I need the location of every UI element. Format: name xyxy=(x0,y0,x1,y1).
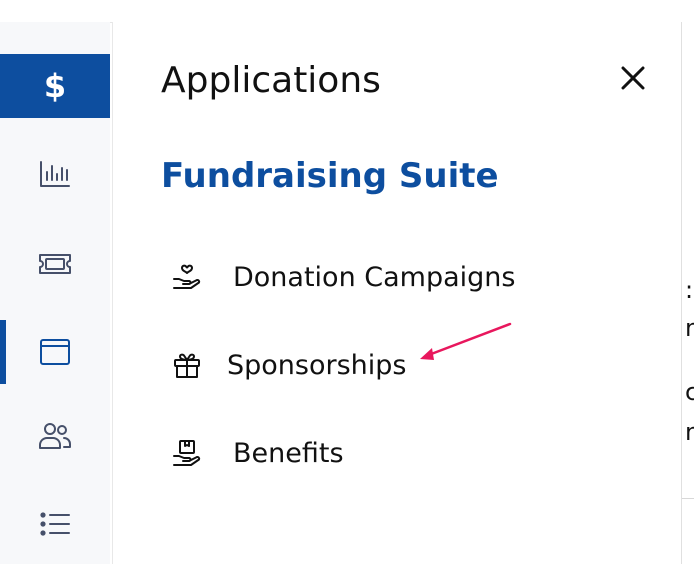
menu-item-label: Benefits xyxy=(233,437,344,469)
rail-item-users[interactable] xyxy=(0,404,110,468)
clipped-text: n xyxy=(685,418,694,446)
applications-panel: Applications Fundraising Suite Donation … xyxy=(112,22,681,564)
rail-item-fundraising[interactable]: $ xyxy=(0,54,110,118)
rail-item-list[interactable] xyxy=(0,492,110,556)
applications-icon xyxy=(40,339,70,365)
menu-item-donation-campaigns[interactable]: Donation Campaigns xyxy=(169,252,515,302)
section-title: Fundraising Suite xyxy=(161,156,499,196)
clipped-text: c xyxy=(685,378,694,406)
hand-heart-icon xyxy=(169,259,205,295)
rail-item-analytics[interactable] xyxy=(0,142,110,206)
background-page-edge: : n c n xyxy=(681,22,694,564)
gift-icon xyxy=(169,347,205,383)
rail-item-tickets[interactable] xyxy=(0,232,110,296)
ticket-icon xyxy=(39,254,71,274)
rail-item-applications[interactable] xyxy=(0,320,110,384)
divider xyxy=(682,498,694,499)
panel-title: Applications xyxy=(161,60,381,101)
menu-item-benefits[interactable]: Benefits xyxy=(169,428,344,478)
list-icon xyxy=(40,512,70,536)
top-bar xyxy=(0,0,694,23)
menu-item-label: Donation Campaigns xyxy=(233,261,516,293)
close-icon xyxy=(621,66,645,90)
menu-item-label: Sponsorships xyxy=(227,349,407,381)
users-icon xyxy=(39,423,71,449)
clipped-text: n xyxy=(685,314,694,342)
analytics-icon xyxy=(40,161,70,187)
close-button[interactable] xyxy=(613,58,653,98)
clipped-text: : xyxy=(685,276,694,304)
annotation-arrow xyxy=(420,322,512,360)
hand-box-icon xyxy=(169,435,205,471)
menu-item-sponsorships[interactable]: Sponsorships xyxy=(169,340,406,390)
dollar-icon: $ xyxy=(43,67,67,105)
app-rail: $ xyxy=(0,22,110,564)
